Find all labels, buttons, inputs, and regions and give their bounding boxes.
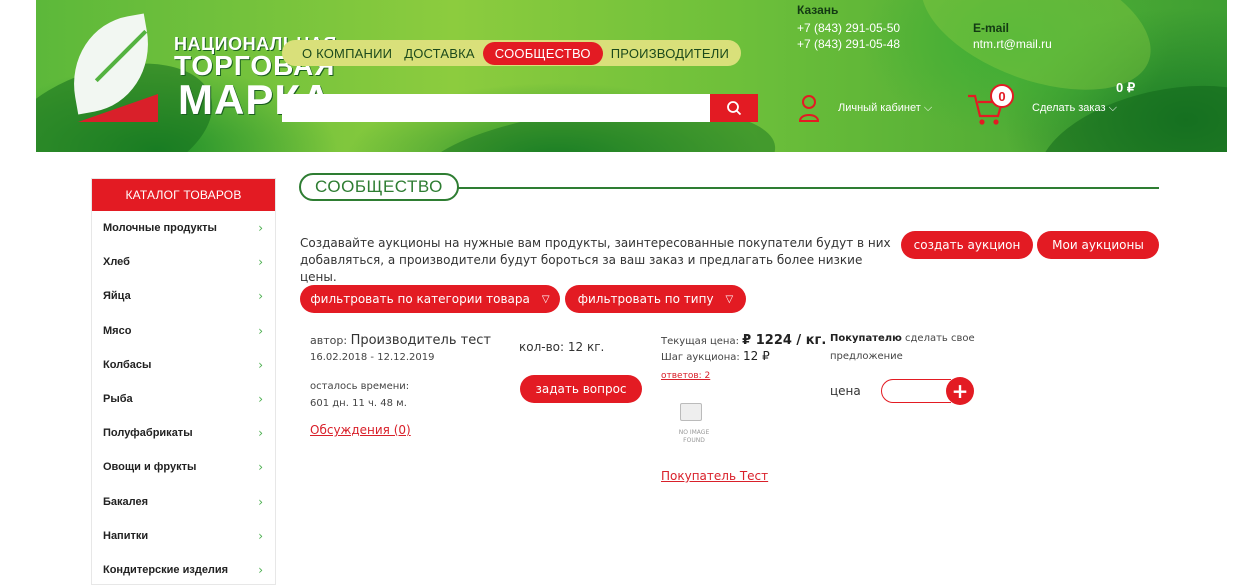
sidebar-item-semifinished[interactable]: Полуфабрикаты › — [92, 416, 275, 450]
city-label: Казань — [797, 3, 839, 17]
discussions-link[interactable]: Обсуждения (0) — [310, 423, 411, 437]
chevron-right-icon: › — [258, 323, 263, 338]
chevron-right-icon: › — [258, 426, 263, 441]
sidebar-item-label: Мясо — [103, 324, 132, 337]
image-icon — [680, 403, 702, 421]
price-label: цена — [830, 384, 861, 398]
offer-hint-bold: Покупателю — [830, 333, 902, 344]
answers-link[interactable]: ответов: 2 — [661, 371, 710, 381]
sidebar-item-label: Напитки — [103, 529, 149, 542]
author-prefix: автор: — [310, 334, 348, 347]
plus-icon: + — [951, 379, 969, 403]
no-image-text: NO IMAGE FOUND — [678, 429, 710, 444]
sidebar-item-label: Рыба — [103, 393, 133, 406]
chevron-down-icon: ⌵ — [1108, 102, 1117, 114]
sidebar-item-fish[interactable]: Рыба › — [92, 382, 275, 416]
sidebar-item-label: Яйца — [103, 290, 131, 303]
search-icon — [727, 101, 742, 116]
ask-question-button[interactable]: задать вопрос — [520, 375, 642, 403]
chevron-right-icon: › — [258, 289, 263, 304]
sidebar-item-label: Овощи и фрукты — [103, 461, 197, 474]
email-link[interactable]: ntm.rt@mail.ru — [973, 37, 1052, 51]
cart-count-badge[interactable]: 0 — [990, 84, 1014, 108]
chevron-right-icon: › — [258, 255, 263, 270]
sidebar-item-dairy[interactable]: Молочные продукты › — [92, 211, 275, 245]
lot-quantity: кол-во: 12 кг. — [519, 340, 605, 354]
community-description: Создавайте аукционы на нужные вам продук… — [300, 236, 891, 284]
catalog-title[interactable]: КАТАЛОГ ТОВАРОВ — [92, 179, 275, 211]
current-price: Текущая цена: ₽ 1224 / кг. — [661, 333, 826, 348]
chevron-down-icon: ⌵ — [923, 102, 933, 114]
sidebar-item-label: Бакалея — [103, 495, 149, 508]
title-divider — [449, 187, 1159, 189]
chevron-right-icon: › — [258, 357, 263, 372]
auction-step: Шаг аукциона: 12 ₽ — [661, 349, 770, 363]
nav-item-community[interactable]: СООБЩЕСТВО — [482, 41, 603, 65]
time-left-label: осталось времени: — [310, 381, 410, 392]
sidebar-item-label: Кондитерские изделия — [103, 563, 229, 576]
nav-item-delivery[interactable]: ДОСТАВКА — [398, 46, 481, 61]
auction-step-label: Шаг аукциона: — [661, 352, 740, 363]
offer-hint: Покупателю сделать свое — [830, 333, 975, 344]
current-price-label: Текущая цена: — [661, 336, 739, 347]
auction-step-value: 12 ₽ — [743, 349, 770, 363]
author-name: Производитель тест — [350, 333, 491, 348]
nav-item-about[interactable]: О КОМПАНИИ — [296, 46, 398, 61]
order-link[interactable]: Сделать заказ ⌵ — [1032, 102, 1117, 115]
sidebar-item-confectionery[interactable]: Кондитерские изделия › — [92, 553, 275, 587]
filter-type-button[interactable]: фильтровать по типу ▽ — [565, 285, 746, 313]
order-label: Сделать заказ — [1032, 102, 1106, 114]
chevron-right-icon: › — [258, 460, 263, 475]
sidebar-item-sausages[interactable]: Колбасы › — [92, 348, 275, 382]
filter-category-button[interactable]: фильтровать по категории товара ▽ — [300, 285, 560, 313]
sidebar-item-label: Колбасы — [103, 358, 152, 371]
sidebar-item-label: Полуфабрикаты — [103, 427, 193, 440]
sidebar-item-drinks[interactable]: Напитки › — [92, 519, 275, 553]
my-auctions-button[interactable]: Мои аукционы — [1037, 231, 1159, 259]
nav-item-producers[interactable]: ПРОИЗВОДИТЕЛИ — [605, 46, 735, 61]
chevron-right-icon: › — [258, 494, 263, 509]
sidebar-item-meat[interactable]: Мясо › — [92, 314, 275, 348]
site-logo[interactable]: НАЦИОНАЛЬНАЯ ТОРГОВАЯ МАРКА — [60, 13, 336, 126]
search-button[interactable] — [710, 94, 758, 122]
cabinet-label: Личный кабинет — [838, 102, 921, 114]
cart-sum: 0 ₽ — [1116, 80, 1136, 95]
sidebar-item-eggs[interactable]: Яйца › — [92, 279, 275, 313]
price-input[interactable] — [881, 379, 951, 403]
lot-dates: 16.02.2018 - 12.12.2019 — [310, 352, 435, 363]
sidebar-item-label: Хлеб — [103, 256, 130, 269]
chevron-down-icon: ▽ — [541, 293, 550, 305]
chevron-right-icon: › — [258, 221, 263, 236]
time-left-value: 601 дн. 11 ч. 48 м. — [310, 398, 407, 409]
chevron-right-icon: › — [258, 392, 263, 407]
sidebar-item-grocery[interactable]: Бакалея › — [92, 485, 275, 519]
offer-hint-text: сделать свое — [905, 333, 975, 344]
main-nav: О КОМПАНИИ ДОСТАВКА СООБЩЕСТВО ПРОИЗВОДИ… — [282, 40, 742, 66]
sidebar-item-bread[interactable]: Хлеб › — [92, 245, 275, 279]
page-title-wrap: СООБЩЕСТВО — [299, 173, 1159, 203]
filter-category-label: фильтровать по категории товара — [310, 292, 530, 306]
search-input[interactable] — [282, 94, 758, 122]
email-label: E-mail — [973, 21, 1010, 35]
offer-hint-line2: предложение — [830, 351, 903, 362]
chevron-right-icon: › — [258, 528, 263, 543]
filter-type-label: фильтровать по типу — [577, 292, 714, 306]
user-icon[interactable] — [798, 94, 820, 122]
create-auction-button[interactable]: создать аукцион — [901, 231, 1033, 259]
phone-1[interactable]: +7 (843) 291-05-50 — [797, 21, 900, 35]
sidebar-item-label: Молочные продукты — [103, 222, 217, 235]
catalog-sidebar: КАТАЛОГ ТОВАРОВ Молочные продукты › Хлеб ›… — [91, 178, 276, 585]
sidebar-item-vegetables[interactable]: Овощи и фрукты › — [92, 450, 275, 484]
chevron-right-icon: › — [258, 562, 263, 577]
current-price-value: ₽ 1224 / кг. — [742, 333, 827, 348]
submit-offer-button[interactable]: + — [946, 377, 974, 405]
no-image-placeholder: NO IMAGE FOUND — [672, 403, 716, 455]
cabinet-link[interactable]: Личный кабинет ⌵ — [838, 102, 932, 115]
lot-author: автор: Производитель тест — [310, 333, 491, 348]
page-title: СООБЩЕСТВО — [299, 173, 459, 201]
buyer-link[interactable]: Покупатель Тест — [661, 469, 768, 483]
chevron-down-icon: ▽ — [725, 293, 734, 305]
phone-2[interactable]: +7 (843) 291-05-48 — [797, 37, 900, 51]
